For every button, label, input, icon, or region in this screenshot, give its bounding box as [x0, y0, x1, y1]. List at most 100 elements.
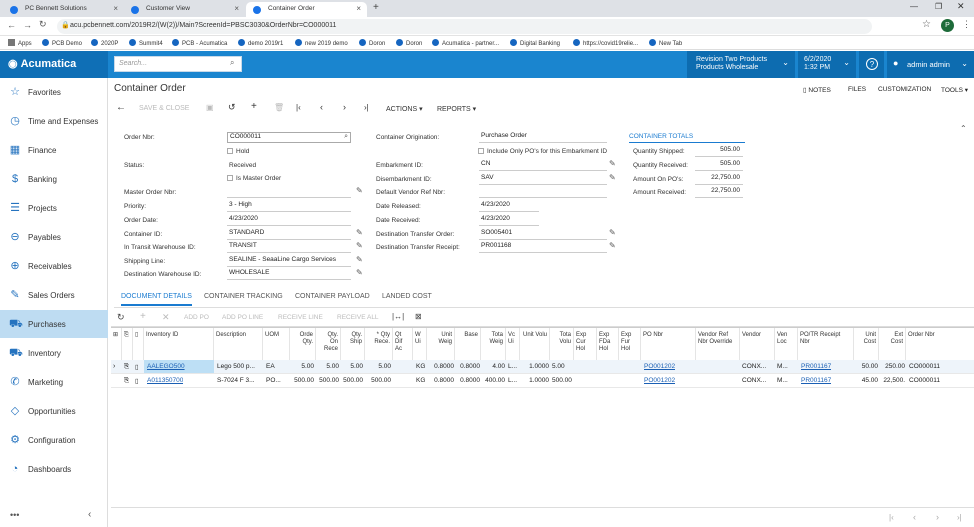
- actions-menu[interactable]: ACTIONS ▾: [386, 105, 423, 113]
- bookmark[interactable]: Apps: [8, 39, 32, 47]
- table-row[interactable]: ⎘ ▯ A011350700 S-7024 F 3... PO... 500.0…: [111, 374, 974, 388]
- column-header[interactable]: Qty. On Rece: [316, 328, 341, 360]
- add-icon[interactable]: +: [251, 101, 257, 112]
- column-header[interactable]: Ven Loc: [775, 328, 798, 360]
- column-header[interactable]: PO Nbr: [641, 328, 696, 360]
- previous-page-icon[interactable]: ‹: [913, 512, 916, 522]
- column-header[interactable]: Tota Volu: [550, 328, 574, 360]
- column-header[interactable]: UOM: [263, 328, 290, 360]
- company-selector[interactable]: Revision Two Products Products Wholesale…: [687, 51, 795, 78]
- new-tab-icon[interactable]: +: [373, 2, 379, 13]
- container-id-field[interactable]: STANDARD: [227, 229, 351, 240]
- tab-landed-cost[interactable]: LANDED COST: [382, 293, 432, 300]
- url-field[interactable]: 🔒 acu.pcbennett.com/2019R2/(W(2))/Main?Sc…: [57, 19, 872, 34]
- sidebar-item-dashboards[interactable]: ◔ Dashboards: [0, 455, 108, 483]
- column-header[interactable]: * Qty Rece.: [365, 328, 393, 360]
- sidebar-item-receivables[interactable]: ⊕ Receivables: [0, 252, 108, 280]
- column-header[interactable]: Qt Dif Ac: [393, 328, 413, 360]
- disembarkment-id-field[interactable]: SAV: [479, 174, 607, 185]
- bookmark-star-icon[interactable]: ☆: [922, 19, 931, 30]
- bookmark[interactable]: Summit4: [129, 39, 163, 47]
- column-header[interactable]: Vendor Ref Nbr Override: [696, 328, 740, 360]
- pencil-icon[interactable]: ✎: [356, 255, 363, 264]
- first-record-icon[interactable]: |‹: [296, 103, 301, 112]
- back-arrow-icon[interactable]: ←: [116, 102, 126, 113]
- next-page-icon[interactable]: ›: [936, 512, 939, 522]
- sidebar-item-inventory[interactable]: ⛟ Inventory: [0, 339, 108, 367]
- tab-container-tracking[interactable]: CONTAINER TRACKING: [204, 293, 283, 300]
- bookmark[interactable]: 2020P: [91, 39, 118, 47]
- sidebar-item-configuration[interactable]: ⚙ Configuration: [0, 426, 108, 454]
- add-po-line-button[interactable]: ADD PO LINE: [222, 314, 263, 321]
- reports-menu[interactable]: REPORTS ▾: [437, 105, 476, 113]
- export-excel-icon[interactable]: ⊠: [415, 312, 422, 321]
- tab-container-payload[interactable]: CONTAINER PAYLOAD: [295, 293, 370, 300]
- inventory-id-cell[interactable]: A011350700: [147, 377, 183, 384]
- bookmark[interactable]: new 2019 demo: [295, 39, 348, 47]
- first-page-icon[interactable]: |‹: [889, 513, 894, 522]
- more-icon[interactable]: •••: [10, 510, 19, 520]
- user-menu[interactable]: ● admin admin ⌄: [887, 51, 974, 78]
- shipping-line-field[interactable]: SEALINE - SeaaLine Cargo Services: [227, 256, 351, 267]
- browser-tab[interactable]: PC Bennett Solutions ×: [3, 2, 124, 17]
- destination-transfer-order-field[interactable]: SO005401: [479, 229, 607, 240]
- receipt-nbr-link[interactable]: PR001167: [801, 377, 831, 384]
- priority-field[interactable]: 3 - High: [227, 201, 351, 212]
- minimize-icon[interactable]: —: [910, 2, 918, 11]
- add-po-button[interactable]: ADD PO: [184, 314, 209, 321]
- order-nbr-field[interactable]: CO000011 ⌕: [227, 132, 351, 143]
- business-date[interactable]: 6/2/2020 1:32 PM ⌄: [798, 51, 856, 78]
- sidebar-item-time-and-expenses[interactable]: ◷ Time and Expenses: [0, 107, 108, 135]
- delete-icon[interactable]: 🗑: [274, 103, 284, 112]
- bookmark[interactable]: https://covid19relie...: [573, 39, 638, 47]
- container-origination-field[interactable]: Purchase Order: [479, 132, 607, 143]
- tools-link[interactable]: TOOLS ▾: [941, 86, 968, 94]
- column-header[interactable]: Vendor: [740, 328, 775, 360]
- receive-line-button[interactable]: RECEIVE LINE: [278, 314, 323, 321]
- column-header[interactable]: PO/TR Receipt Nbr: [798, 328, 854, 360]
- embarkment-id-field[interactable]: CN: [479, 160, 607, 171]
- sidebar-item-favorites[interactable]: ☆ Favorites: [0, 78, 108, 106]
- bookmark[interactable]: New Tab: [649, 39, 682, 47]
- delete-row-icon[interactable]: ✕: [162, 312, 170, 323]
- notes-link[interactable]: ▯ NOTES: [803, 86, 831, 94]
- menu-dots-icon[interactable]: ⋮: [962, 19, 971, 30]
- pencil-icon[interactable]: ✎: [356, 268, 363, 277]
- close-icon[interactable]: ×: [113, 4, 118, 13]
- forward-icon[interactable]: →: [23, 20, 32, 30]
- po-nbr-link[interactable]: PO001202: [644, 363, 675, 370]
- date-received-field[interactable]: 4/23/2020: [479, 215, 539, 226]
- collapse-sidebar-icon[interactable]: ‹: [88, 509, 91, 520]
- column-header[interactable]: Exp FDa Hol: [597, 328, 619, 360]
- undo-icon[interactable]: ↺: [228, 102, 236, 113]
- column-header[interactable]: Description: [214, 328, 263, 360]
- table-row[interactable]: › ⎘ ▯ AALEGO500 Lego 500 p... EA 5.00 5.…: [111, 360, 974, 374]
- last-record-icon[interactable]: ›|: [364, 103, 369, 112]
- collapse-form-icon[interactable]: ⌃: [960, 124, 967, 133]
- column-header[interactable]: Orde Qty.: [290, 328, 316, 360]
- column-header[interactable]: Qty. Ship: [341, 328, 365, 360]
- bookmark[interactable]: PCB - Acumatica: [172, 39, 227, 47]
- profile-avatar[interactable]: P: [941, 19, 954, 32]
- help-button[interactable]: ?: [859, 51, 884, 78]
- sidebar-item-payables[interactable]: ⊖ Payables: [0, 223, 108, 251]
- bookmark[interactable]: PCB Demo: [42, 39, 82, 47]
- back-icon[interactable]: ←: [7, 20, 16, 30]
- column-header[interactable]: Exp Fur Hol: [619, 328, 641, 360]
- bookmark[interactable]: Doron: [359, 39, 385, 47]
- next-icon[interactable]: ›: [343, 102, 346, 112]
- fit-columns-icon[interactable]: |↔|: [392, 312, 404, 321]
- reload-icon[interactable]: ↻: [39, 19, 47, 30]
- bookmark[interactable]: Acumatica - partner...: [432, 39, 499, 47]
- sidebar-item-projects[interactable]: ☰ Projects: [0, 194, 108, 222]
- search-icon[interactable]: ⌕: [230, 58, 234, 68]
- customization-link[interactable]: CUSTOMIZATION: [878, 86, 931, 93]
- files-link[interactable]: FILES: [848, 86, 866, 93]
- save-icon[interactable]: ▣: [206, 103, 214, 112]
- pencil-icon[interactable]: ✎: [609, 159, 616, 168]
- column-header[interactable]: W Ui: [413, 328, 427, 360]
- pencil-icon[interactable]: ✎: [609, 173, 616, 182]
- previous-icon[interactable]: ‹: [320, 102, 323, 112]
- pencil-icon[interactable]: ✎: [609, 228, 616, 237]
- search-input[interactable]: Search...: [114, 56, 242, 72]
